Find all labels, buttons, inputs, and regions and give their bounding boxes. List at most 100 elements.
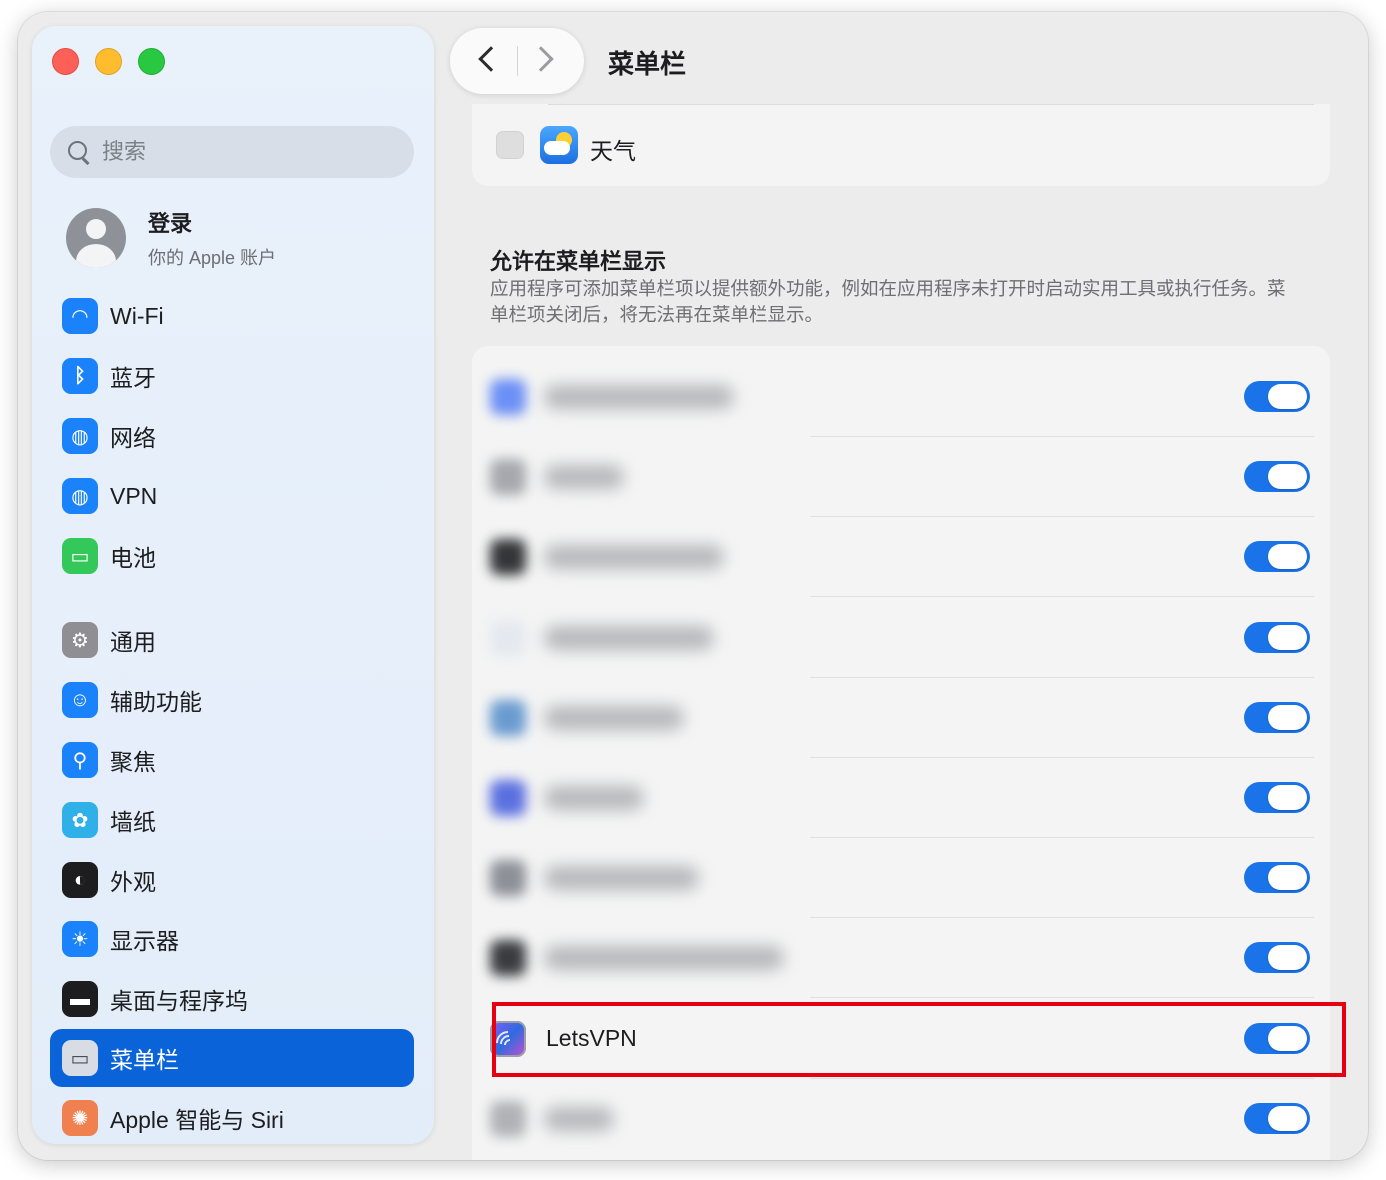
app-icon-blurred bbox=[490, 780, 526, 816]
sidebar-item-2[interactable]: ◍ 网络 bbox=[50, 407, 414, 465]
sidebar-item-label: 显示器 bbox=[110, 928, 179, 954]
menubar-toggle[interactable] bbox=[1244, 701, 1310, 733]
menubar-toggle[interactable] bbox=[1244, 1102, 1310, 1134]
menubar-toggle[interactable] bbox=[1244, 541, 1310, 573]
row-divider bbox=[548, 104, 1314, 105]
app-icon-blurred bbox=[490, 539, 526, 576]
section-description: 应用程序可添加菜单栏项以提供额外功能，例如在应用程序未打开时启动实用工具或执行任… bbox=[490, 278, 1286, 325]
app-name-blurred bbox=[544, 946, 784, 971]
app-name-blurred bbox=[544, 1106, 614, 1131]
weather-checkbox[interactable] bbox=[496, 131, 524, 159]
sidebar-item-0[interactable]: ◠ Wi-Fi bbox=[50, 287, 414, 345]
app-icon-blurred bbox=[490, 459, 526, 496]
sidebar-item-label: 电池 bbox=[110, 545, 156, 571]
sidebar-item-12[interactable]: ▭ 菜单栏 bbox=[50, 1029, 414, 1087]
sidebar-item-label: Wi-Fi bbox=[110, 302, 164, 329]
app-row-blurred bbox=[472, 758, 1330, 838]
sidebar-item-label: 桌面与程序坞 bbox=[110, 988, 248, 1014]
app-row-blurred bbox=[472, 1079, 1330, 1159]
sidebar-item-label: VPN bbox=[110, 482, 158, 509]
app-name-blurred bbox=[544, 625, 714, 650]
menubar-toggle[interactable] bbox=[1244, 862, 1310, 894]
app-icon-blurred bbox=[490, 940, 526, 977]
sidebar-item-9[interactable]: ◐ 外观 bbox=[50, 851, 414, 909]
app-row-blurred bbox=[472, 517, 1330, 598]
sidebar: 登录 你的 Apple 账户 ◠ Wi-Fi ᛒ 蓝牙 ◍ 网络 ◍ VPN ▭ 电池 ⚙ 通用 ☺ 辅助… bbox=[32, 26, 434, 1144]
app-name-blurred bbox=[544, 545, 724, 570]
sidebar-item-label: 蓝牙 bbox=[110, 365, 156, 391]
gear-icon: ⚙ bbox=[62, 622, 98, 658]
display-sun-icon: ☀ bbox=[62, 921, 98, 957]
sidebar-item-1[interactable]: ᛒ 蓝牙 bbox=[50, 347, 414, 405]
sidebar-item-6[interactable]: ☺ 辅助功能 bbox=[50, 671, 414, 729]
forward-chevron-icon[interactable] bbox=[528, 46, 554, 72]
sidebar-item-label: 辅助功能 bbox=[110, 689, 202, 715]
app-row-blurred bbox=[472, 598, 1330, 678]
sidebar-item-3[interactable]: ◍ VPN bbox=[50, 467, 414, 525]
minimize-window-button[interactable] bbox=[95, 48, 122, 75]
menubar-toggle[interactable] bbox=[1244, 942, 1310, 974]
app-name-blurred bbox=[544, 866, 699, 891]
app-name-blurred bbox=[544, 786, 644, 810]
app-icon-blurred bbox=[490, 860, 526, 897]
appearance-icon: ◐ bbox=[62, 862, 98, 898]
weather-label: 天气 bbox=[590, 138, 636, 164]
search-input[interactable] bbox=[102, 139, 382, 165]
menubar-icon: ▭ bbox=[62, 1040, 98, 1076]
account-name: 登录 bbox=[148, 211, 193, 236]
nav-separator bbox=[517, 46, 518, 76]
sidebar-item-5[interactable]: ⚙ 通用 bbox=[50, 611, 414, 669]
account-signin[interactable]: 登录 你的 Apple 账户 bbox=[66, 206, 276, 270]
wallpaper-flower-icon: ✿ bbox=[62, 802, 98, 838]
sidebar-item-label: 聚焦 bbox=[110, 749, 156, 775]
settings-window: 登录 你的 Apple 账户 ◠ Wi-Fi ᛒ 蓝牙 ◍ 网络 ◍ VPN ▭ 电池 ⚙ 通用 ☺ 辅助… bbox=[18, 12, 1368, 1160]
dock-icon: ▬ bbox=[62, 981, 98, 1017]
app-icon-blurred bbox=[490, 379, 526, 415]
sidebar-item-13[interactable]: ✺ Apple 智能与 Siri bbox=[50, 1089, 414, 1144]
menubar-toggle[interactable] bbox=[1244, 782, 1310, 813]
sidebar-item-label: Apple 智能与 Siri bbox=[110, 1107, 284, 1133]
spotlight-icon: ⚲ bbox=[62, 742, 98, 778]
sidebar-item-label: 通用 bbox=[110, 629, 156, 655]
app-name-blurred bbox=[544, 465, 624, 490]
app-row-blurred bbox=[472, 918, 1330, 999]
battery-icon: ▭ bbox=[62, 538, 98, 574]
app-row-blurred bbox=[472, 678, 1330, 758]
search-icon bbox=[66, 139, 92, 165]
wifi-icon: ◠ bbox=[62, 298, 98, 334]
search-field[interactable] bbox=[50, 126, 414, 178]
menubar-toggle[interactable] bbox=[1244, 381, 1310, 412]
zoom-window-button[interactable] bbox=[138, 48, 165, 75]
sidebar-item-8[interactable]: ✿ 墙纸 bbox=[50, 791, 414, 849]
close-window-button[interactable] bbox=[52, 48, 79, 75]
sidebar-item-label: 外观 bbox=[110, 869, 156, 895]
app-name-blurred bbox=[544, 705, 684, 730]
sidebar-item-10[interactable]: ☀ 显示器 bbox=[50, 910, 414, 968]
menubar-toggle[interactable] bbox=[1244, 621, 1310, 653]
app-name-blurred bbox=[544, 385, 734, 409]
section-title: 允许在菜单栏显示 bbox=[490, 249, 667, 274]
app-row-blurred bbox=[472, 838, 1330, 919]
sidebar-item-4[interactable]: ▭ 电池 bbox=[50, 527, 414, 585]
weather-row: 天气 bbox=[472, 104, 1330, 186]
back-chevron-icon[interactable] bbox=[478, 46, 504, 72]
siri-icon: ✺ bbox=[62, 1100, 98, 1136]
vpn-globe-icon: ◍ bbox=[62, 478, 98, 514]
sidebar-item-label: 菜单栏 bbox=[110, 1047, 179, 1073]
account-subtitle: 你的 Apple 账户 bbox=[148, 248, 277, 268]
page-title: 菜单栏 bbox=[608, 49, 687, 79]
menubar-toggle[interactable] bbox=[1244, 461, 1310, 493]
history-nav bbox=[450, 28, 584, 94]
sidebar-item-label: 网络 bbox=[110, 425, 156, 451]
avatar-icon bbox=[66, 208, 126, 268]
sidebar-item-11[interactable]: ▬ 桌面与程序坞 bbox=[50, 970, 414, 1028]
app-icon-blurred bbox=[490, 619, 526, 656]
sidebar-item-7[interactable]: ⚲ 聚焦 bbox=[50, 731, 414, 789]
app-row-blurred bbox=[472, 357, 1330, 437]
app-icon-blurred bbox=[490, 1100, 526, 1137]
app-row-blurred bbox=[472, 437, 1330, 518]
sidebar-item-label: 墙纸 bbox=[110, 809, 156, 835]
weather-icon bbox=[540, 126, 578, 164]
highlight-box bbox=[492, 1002, 1346, 1077]
app-icon-blurred bbox=[490, 699, 526, 736]
